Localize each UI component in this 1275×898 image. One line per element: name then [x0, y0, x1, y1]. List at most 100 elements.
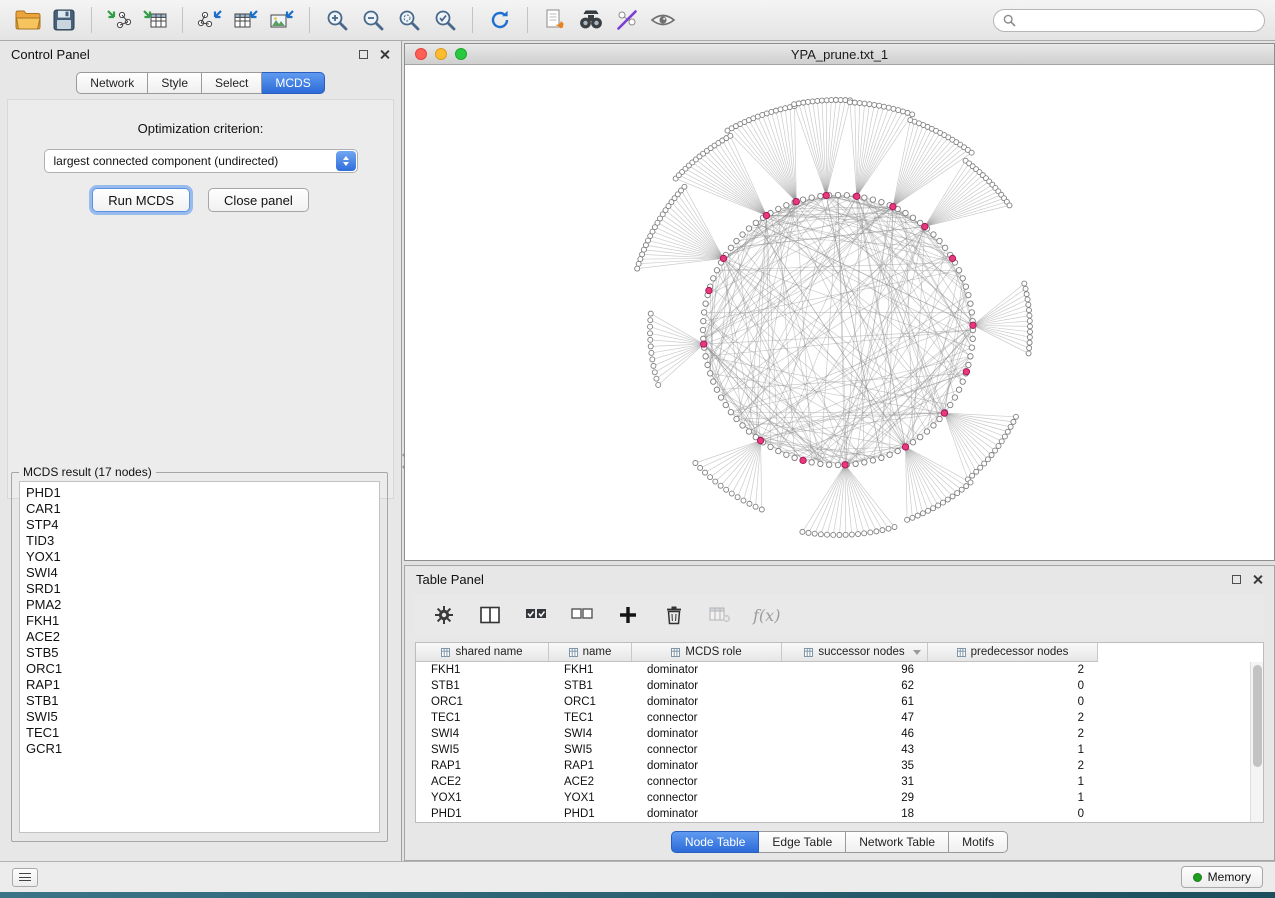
export-image-button[interactable]: [264, 4, 300, 36]
optimization-criterion-dropdown[interactable]: largest connected component (undirected): [44, 149, 358, 173]
mcds-result-item[interactable]: SWI5: [26, 709, 379, 725]
close-panel-icon[interactable]: [379, 49, 390, 60]
mcds-result-item[interactable]: RAP1: [26, 677, 379, 693]
table-row[interactable]: ACE2ACE2connector311: [416, 774, 1263, 790]
table-row[interactable]: RAP1RAP1dominator352: [416, 758, 1263, 774]
search-network-button[interactable]: [573, 4, 609, 36]
run-mcds-button[interactable]: Run MCDS: [92, 188, 190, 212]
table-row[interactable]: FKH1FKH1dominator962: [416, 662, 1263, 678]
table-row[interactable]: TEC1TEC1connector472: [416, 710, 1263, 726]
mcds-result-item[interactable]: FKH1: [26, 613, 379, 629]
close-panel-button[interactable]: Close panel: [208, 188, 309, 212]
zoom-out-icon: [361, 8, 385, 32]
mcds-result-item[interactable]: GCR1: [26, 741, 379, 757]
mcds-result-item[interactable]: ACE2: [26, 629, 379, 645]
desktop-background-strip: [0, 892, 1275, 898]
column-header-successor-nodes[interactable]: successor nodes: [782, 643, 928, 662]
mcds-result-item[interactable]: STB5: [26, 645, 379, 661]
hide-graphics-details-button[interactable]: [609, 4, 645, 36]
save-session-button[interactable]: [46, 4, 82, 36]
mcds-result-item[interactable]: STP4: [26, 517, 379, 533]
network-window-titlebar[interactable]: YPA_prune.txt_1: [405, 44, 1274, 65]
show-columns-button[interactable]: [477, 602, 503, 628]
show-graphics-details-button[interactable]: [645, 4, 681, 36]
column-header-name[interactable]: name: [549, 643, 632, 662]
memory-button[interactable]: Memory: [1181, 866, 1263, 888]
plus-icon: [618, 605, 638, 625]
scrollbar-thumb[interactable]: [1253, 665, 1262, 767]
open-session-button[interactable]: [10, 4, 46, 36]
share-document-button[interactable]: [537, 4, 573, 36]
window-minimize-button[interactable]: [435, 48, 447, 60]
tab-mcds[interactable]: MCDS: [262, 72, 324, 94]
float-panel-icon[interactable]: [1232, 575, 1241, 584]
table-row[interactable]: STB1STB1dominator620: [416, 678, 1263, 694]
table-cell: 2: [928, 758, 1098, 774]
zoom-fit-button[interactable]: [391, 4, 427, 36]
create-column-button[interactable]: [615, 602, 641, 628]
zoom-selected-button[interactable]: [427, 4, 463, 36]
search-box[interactable]: [993, 9, 1265, 32]
deselect-all-rows-button[interactable]: [569, 602, 595, 628]
table-cell: FKH1: [549, 662, 632, 678]
column-header-predecessor-nodes[interactable]: predecessor nodes: [928, 643, 1098, 662]
import-network-button[interactable]: [101, 4, 137, 36]
window-close-button[interactable]: [415, 48, 427, 60]
select-all-rows-button[interactable]: [523, 602, 549, 628]
column-header-shared-name[interactable]: shared name: [416, 643, 549, 662]
dropdown-selected-value: largest connected component (undirected): [54, 154, 279, 168]
float-panel-icon[interactable]: [359, 50, 368, 59]
delete-column-button[interactable]: [661, 602, 687, 628]
table-row[interactable]: YOX1YOX1connector291: [416, 790, 1263, 806]
mcds-result-item[interactable]: YOX1: [26, 549, 379, 565]
tab-edge-table[interactable]: Edge Table: [759, 831, 846, 853]
network-canvas[interactable]: [405, 65, 1274, 560]
export-network-button[interactable]: [192, 4, 228, 36]
table-row[interactable]: PHD1PHD1dominator180: [416, 806, 1263, 822]
table-scrollbar[interactable]: [1250, 662, 1263, 822]
window-zoom-button[interactable]: [455, 48, 467, 60]
close-panel-icon[interactable]: [1252, 574, 1263, 585]
search-input[interactable]: [1022, 13, 1255, 27]
mcds-result-item[interactable]: STB1: [26, 693, 379, 709]
tab-motifs[interactable]: Motifs: [949, 831, 1008, 853]
table-cell: ACE2: [416, 774, 549, 790]
export-table-button[interactable]: [228, 4, 264, 36]
mcds-result-group: MCDS result (17 nodes) PHD1CAR1STP4TID3Y…: [11, 465, 388, 842]
table-cell: 1: [928, 790, 1098, 806]
zoom-in-icon: [325, 8, 349, 32]
table-row[interactable]: ORC1ORC1dominator610: [416, 694, 1263, 710]
tab-node-table[interactable]: Node Table: [671, 831, 760, 853]
mcds-result-item[interactable]: PMA2: [26, 597, 379, 613]
import-table-button[interactable]: [137, 4, 173, 36]
refresh-view-button[interactable]: [482, 4, 518, 36]
mcds-result-item[interactable]: SRD1: [26, 581, 379, 597]
tab-select[interactable]: Select: [202, 72, 262, 94]
memory-status-icon: [1193, 873, 1202, 882]
tab-style[interactable]: Style: [148, 72, 202, 94]
mcds-result-item[interactable]: TEC1: [26, 725, 379, 741]
tab-network[interactable]: Network: [76, 72, 148, 94]
zoom-out-button[interactable]: [355, 4, 391, 36]
table-cell: STB1: [416, 678, 549, 694]
status-menu-button[interactable]: [12, 868, 38, 887]
table-row[interactable]: SWI5SWI5connector431: [416, 742, 1263, 758]
table-options-button[interactable]: [431, 602, 457, 628]
column-header-mcds-role[interactable]: MCDS role: [632, 643, 782, 662]
mcds-result-item[interactable]: PHD1: [26, 485, 379, 501]
table-row[interactable]: SWI4SWI4dominator462: [416, 726, 1263, 742]
binoculars-icon: [578, 9, 604, 31]
node-table-body: FKH1FKH1dominator962STB1STB1dominator620…: [416, 662, 1263, 822]
mcds-result-item[interactable]: CAR1: [26, 501, 379, 517]
zoom-in-button[interactable]: [319, 4, 355, 36]
table-cell: 1: [928, 774, 1098, 790]
folder-open-icon: [15, 9, 41, 31]
control-panel-title: Control Panel: [11, 47, 90, 62]
main-toolbar: [0, 0, 1275, 41]
mcds-result-list[interactable]: PHD1CAR1STP4TID3YOX1SWI4SRD1PMA2FKH1ACE2…: [19, 481, 380, 833]
mcds-result-item[interactable]: TID3: [26, 533, 379, 549]
mcds-result-item[interactable]: SWI4: [26, 565, 379, 581]
tab-network-table[interactable]: Network Table: [846, 831, 949, 853]
mcds-result-item[interactable]: ORC1: [26, 661, 379, 677]
network-graph[interactable]: [405, 65, 1274, 560]
